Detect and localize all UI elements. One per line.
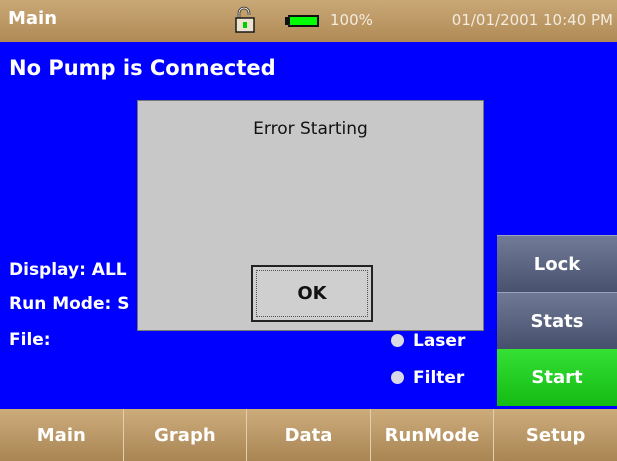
tab-data[interactable]: Data bbox=[247, 409, 371, 461]
unlocked-padlock-icon bbox=[235, 6, 255, 33]
filter-label: Filter bbox=[413, 368, 465, 388]
laser-status-dot bbox=[391, 334, 404, 347]
display-label: Display: ALL bbox=[9, 260, 127, 280]
tab-main[interactable]: Main bbox=[0, 409, 124, 461]
page-title: No Pump is Connected bbox=[9, 56, 276, 80]
battery-percent: 100% bbox=[330, 11, 373, 29]
run-mode-label: Run Mode: S bbox=[9, 294, 130, 314]
battery-full-icon bbox=[285, 15, 319, 27]
status-bar: Main 100% 01/01/2001 10:40 PM bbox=[0, 0, 617, 42]
filter-status-dot bbox=[391, 371, 404, 384]
error-dialog: Error Starting OK bbox=[137, 100, 484, 331]
ok-button[interactable]: OK bbox=[251, 265, 373, 322]
laser-indicator: Laser bbox=[391, 331, 465, 351]
laser-label: Laser bbox=[413, 331, 466, 351]
datetime: 01/01/2001 10:40 PM bbox=[451, 11, 613, 29]
bottom-nav: Main Graph Data RunMode Setup bbox=[0, 409, 617, 461]
tab-runmode[interactable]: RunMode bbox=[370, 409, 495, 461]
lock-button[interactable]: Lock bbox=[497, 235, 617, 292]
stats-button[interactable]: Stats bbox=[497, 292, 617, 349]
tab-setup[interactable]: Setup bbox=[494, 409, 617, 461]
status-title: Main bbox=[8, 8, 58, 29]
start-button[interactable]: Start bbox=[497, 349, 617, 406]
file-label: File: bbox=[9, 330, 51, 350]
tab-graph[interactable]: Graph bbox=[123, 409, 248, 461]
filter-indicator: Filter bbox=[391, 368, 464, 388]
dialog-title: Error Starting bbox=[253, 119, 368, 139]
